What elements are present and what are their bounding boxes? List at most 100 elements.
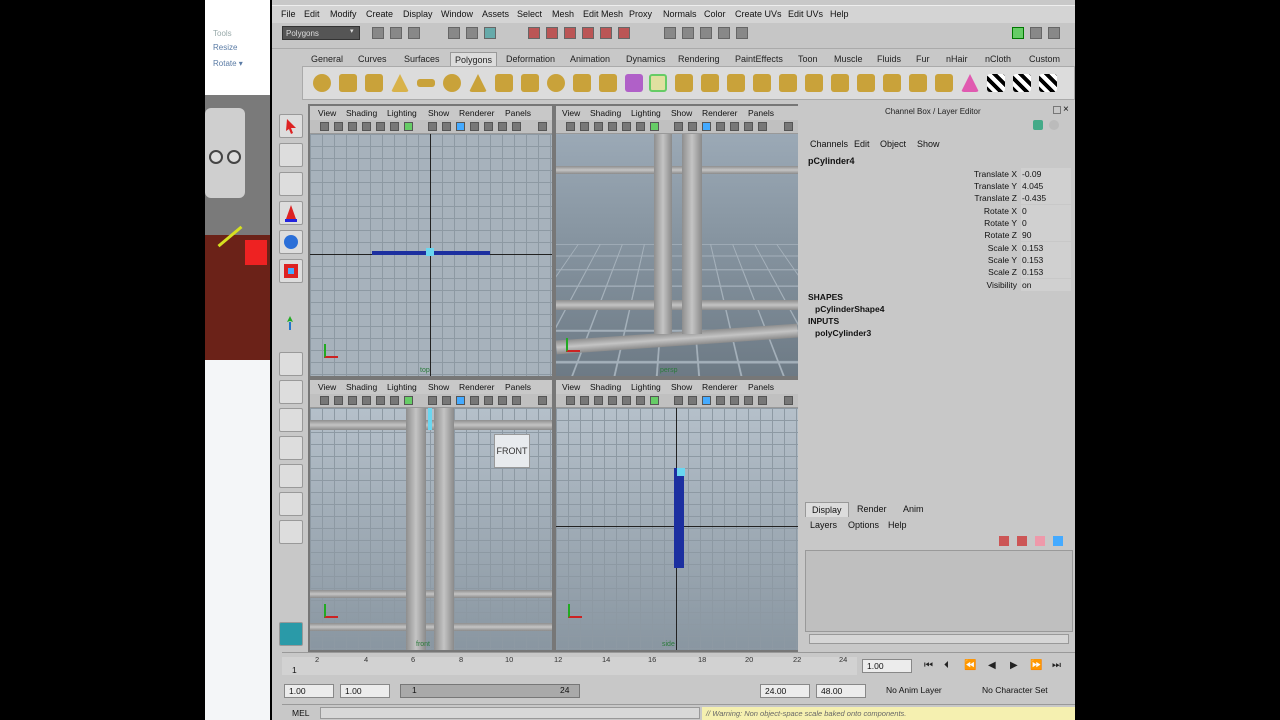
poly-cylinder-icon[interactable] <box>365 74 383 92</box>
poly-torus-icon[interactable] <box>443 74 461 92</box>
attr-translate-y[interactable]: Translate Y 4.045 <box>805 180 1071 192</box>
shelf-tab-painteffects[interactable]: PaintEffects <box>731 52 787 66</box>
panel-menu-shading[interactable]: Shading <box>590 108 621 118</box>
safe-action-icon[interactable] <box>758 396 767 405</box>
outliner-layout-icon[interactable] <box>279 408 303 432</box>
poly-prism-icon[interactable] <box>469 74 487 92</box>
image-plane-icon[interactable] <box>348 396 357 405</box>
panel-menu-show[interactable]: Show <box>428 108 449 118</box>
menu-edit-uvs[interactable]: Edit UVs <box>788 9 823 19</box>
select-component-icon[interactable] <box>484 27 496 39</box>
snap-point-icon[interactable] <box>564 27 576 39</box>
poly-helix-icon[interactable] <box>521 74 539 92</box>
go-to-end-icon[interactable]: ⏭ <box>1052 661 1064 671</box>
range-bar[interactable] <box>400 684 580 698</box>
isolate-icon[interactable] <box>716 122 725 131</box>
insert-edge-loop-icon[interactable] <box>857 74 875 92</box>
isolate-icon[interactable] <box>470 396 479 405</box>
textured-icon[interactable] <box>674 122 683 131</box>
time-slider[interactable]: 2 4 6 8 10 12 14 16 18 20 22 24 1 1.00 ⏮… <box>282 652 1075 678</box>
float-icon[interactable] <box>1053 106 1061 114</box>
resize-menu-item[interactable]: Resize <box>213 43 237 52</box>
panel-menu-view[interactable]: View <box>318 382 336 392</box>
panel-menu-renderer[interactable]: Renderer <box>702 108 737 118</box>
textured-icon[interactable] <box>428 122 437 131</box>
ipr-render-icon[interactable] <box>682 27 694 39</box>
menu-modify[interactable]: Modify <box>330 9 357 19</box>
chevron-down-icon[interactable]: ▾ <box>350 27 354 35</box>
select-hierarchy-icon[interactable] <box>448 27 460 39</box>
step-back-key-icon[interactable]: ⏪ <box>964 661 976 671</box>
xray-icon[interactable] <box>404 122 413 131</box>
panel-menu-view[interactable]: View <box>562 108 580 118</box>
end-time-field[interactable]: 48.00 <box>816 684 866 698</box>
attr-translate-x[interactable]: Translate X -0.09 <box>805 168 1071 180</box>
resolution-gate-icon[interactable] <box>484 122 493 131</box>
frame-all-icon[interactable] <box>538 396 547 405</box>
shelf-tab-fluids[interactable]: Fluids <box>873 52 905 66</box>
viewport-persp[interactable]: View Shading Lighting Show Renderer Pane… <box>556 106 798 376</box>
frame-all-icon[interactable] <box>784 122 793 131</box>
panel-menu-lighting[interactable]: Lighting <box>387 108 417 118</box>
open-scene-icon[interactable] <box>390 27 402 39</box>
xray-icon[interactable] <box>650 122 659 131</box>
attr-value[interactable]: 4.045 <box>1021 180 1071 192</box>
wireframe-icon[interactable] <box>376 396 385 405</box>
shelf-tab-surfaces[interactable]: Surfaces <box>400 52 444 66</box>
frame-all-icon[interactable] <box>784 396 793 405</box>
menu-window[interactable]: Window <box>441 9 473 19</box>
shelf-tab-custom[interactable]: Custom <box>1025 52 1064 66</box>
shadows-icon[interactable] <box>456 122 465 131</box>
extract-icon[interactable] <box>649 74 667 92</box>
smooth-shade-icon[interactable] <box>636 122 645 131</box>
resolution-gate-icon[interactable] <box>730 122 739 131</box>
start-time-field[interactable]: 1.00 <box>284 684 334 698</box>
snap-curve-icon[interactable] <box>546 27 558 39</box>
input-node[interactable]: polyCylinder3 <box>815 328 871 338</box>
single-layout-icon[interactable] <box>279 352 303 376</box>
render-settings-icon[interactable] <box>700 27 712 39</box>
help-menu[interactable]: Help <box>888 520 907 530</box>
shelf-tab-muscle[interactable]: Muscle <box>830 52 867 66</box>
image-plane-icon[interactable] <box>348 122 357 131</box>
film-gate-icon[interactable] <box>744 122 753 131</box>
command-language-label[interactable]: MEL <box>292 708 309 718</box>
planar-map-icon[interactable] <box>987 74 1005 92</box>
lights-icon[interactable] <box>688 122 697 131</box>
wireframe-icon[interactable] <box>622 396 631 405</box>
attr-rotate-z[interactable]: Rotate Z 90 <box>805 229 1071 241</box>
smooth-icon[interactable] <box>675 74 693 92</box>
resolution-gate-icon[interactable] <box>730 396 739 405</box>
mirror-icon[interactable] <box>727 74 745 92</box>
lights-icon[interactable] <box>442 396 451 405</box>
camera-icon[interactable] <box>320 122 329 131</box>
view-cube-front[interactable]: FRONT <box>494 434 530 468</box>
viewport-top[interactable]: View Shading Lighting Show Renderer Pane… <box>310 106 552 376</box>
go-to-start-icon[interactable]: ⏮ <box>924 661 936 671</box>
play-backwards-icon[interactable]: ◀ <box>988 661 1000 671</box>
menu-mesh[interactable]: Mesh <box>552 9 574 19</box>
move-layer-down-icon[interactable] <box>1053 536 1063 546</box>
menu-create[interactable]: Create <box>366 9 393 19</box>
menu-normals[interactable]: Normals <box>663 9 697 19</box>
playback-start-field[interactable]: 1.00 <box>340 684 390 698</box>
attr-value[interactable]: 0 <box>1021 217 1071 229</box>
film-gate-icon[interactable] <box>498 122 507 131</box>
anim-layer-selector[interactable]: No Anim Layer <box>886 685 942 695</box>
poly-pipe-icon[interactable] <box>495 74 513 92</box>
camera-icon[interactable] <box>566 122 575 131</box>
merge-icon[interactable] <box>909 74 927 92</box>
history-icon[interactable] <box>618 27 630 39</box>
shelf-tab-toon[interactable]: Toon <box>794 52 822 66</box>
textured-icon[interactable] <box>428 396 437 405</box>
hypershade-icon[interactable] <box>718 27 730 39</box>
bookmark-icon[interactable] <box>334 122 343 131</box>
attr-value[interactable]: 90 <box>1021 229 1071 241</box>
smooth-shade-icon[interactable] <box>636 396 645 405</box>
shadows-icon[interactable] <box>702 122 711 131</box>
panel-menu-shading[interactable]: Shading <box>590 382 621 392</box>
menu-edit[interactable]: Edit <box>304 9 320 19</box>
layers-menu[interactable]: Layers <box>810 520 837 530</box>
make-live-icon[interactable] <box>600 27 612 39</box>
close-icon[interactable]: × <box>1063 104 1069 115</box>
